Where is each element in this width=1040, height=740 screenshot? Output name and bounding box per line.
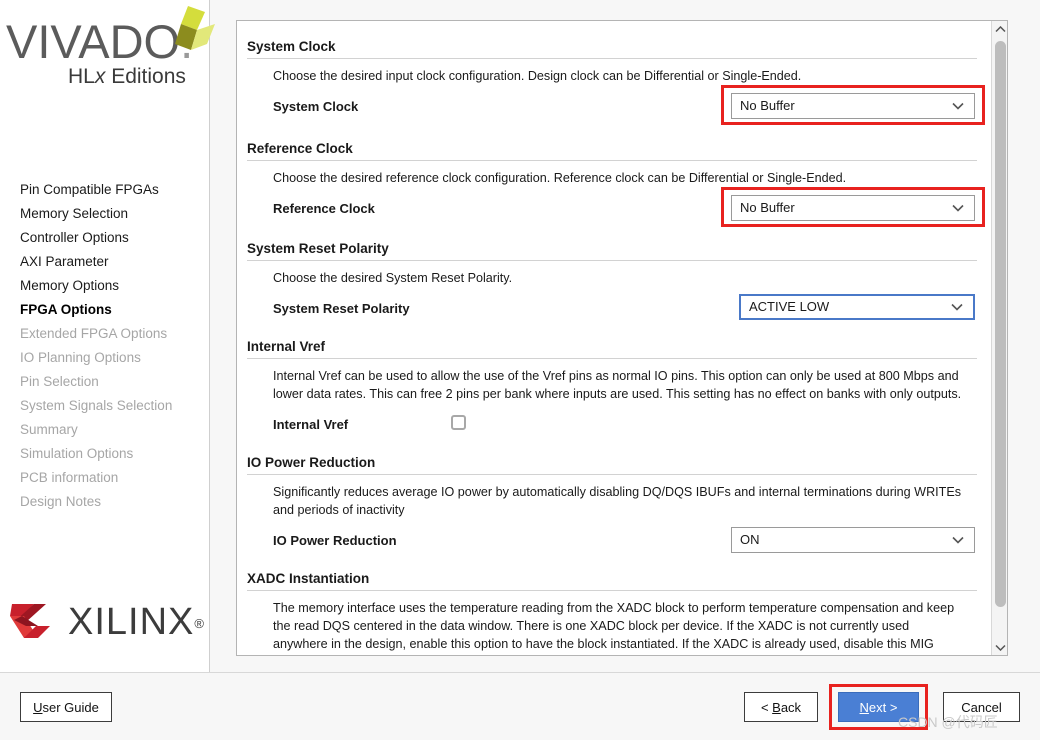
mnemonic-letter: N: [859, 699, 869, 715]
field-label-system-clock: System Clock: [273, 99, 359, 114]
dropdown-value-io-power-reduction: ON: [740, 532, 760, 547]
sidebar-item-memory-selection[interactable]: Memory Selection: [0, 202, 210, 226]
chevron-down-icon: [952, 196, 964, 220]
section-description-xadc-instantiation: The memory interface uses the temperatur…: [273, 601, 955, 651]
mig-fpga-options-wizard: VIVADO. HLx Editions Pin Compatible FPGA…: [0, 0, 1040, 740]
field-io-power-reduction: IO Power Reduction ON: [237, 525, 991, 559]
vivado-edition-italic: x: [94, 65, 106, 88]
scroll-up-arrow-icon[interactable]: [992, 21, 1008, 37]
sidebar-item-pin-selection: Pin Selection: [20, 374, 99, 389]
section-system-reset-polarity: System Reset Polarity Choose the desired…: [237, 227, 991, 327]
sidebar-item-memory-options[interactable]: Memory Options: [0, 274, 210, 298]
back-button-label: < Back: [761, 700, 801, 715]
dropdown-system-reset-polarity[interactable]: ACTIVE LOW: [739, 294, 975, 320]
field-reference-clock: Reference Clock No Buffer: [237, 187, 991, 227]
xilinx-wordmark-text: XILINX: [68, 601, 195, 643]
next-button-label: Next >: [860, 700, 898, 715]
sidebar-nav: Pin Compatible FPGAs Memory Selection Co…: [0, 178, 210, 514]
sidebar-item-axi-parameter[interactable]: AXI Parameter: [0, 250, 210, 274]
vivado-edition-label: HLx Editions: [68, 65, 186, 89]
label-rest: ext >: [868, 699, 898, 715]
section-description-reference-clock: Choose the desired reference clock confi…: [273, 171, 847, 185]
field-system-clock: System Clock No Buffer: [237, 85, 991, 125]
sidebar: VIVADO. HLx Editions Pin Compatible FPGA…: [0, 0, 215, 672]
vertical-scrollbar[interactable]: [991, 21, 1007, 655]
section-heading-system-reset-polarity: System Reset Polarity: [247, 241, 389, 256]
vivado-edition-prefix: HL: [68, 65, 95, 88]
section-xadc-instantiation: XADC Instantiation The memory interface …: [237, 559, 991, 655]
sidebar-item-io-planning-options: IO Planning Options: [20, 350, 141, 365]
checkbox-internal-vref[interactable]: [451, 415, 466, 430]
section-heading-internal-vref: Internal Vref: [247, 339, 326, 354]
sidebar-item-system-signals-selection: System Signals Selection: [20, 398, 173, 413]
field-label-system-reset-polarity: System Reset Polarity: [273, 301, 410, 316]
xilinx-wordmark: XILINX®: [68, 601, 205, 644]
options-panel: System Clock Choose the desired input cl…: [236, 20, 1008, 656]
dropdown-value-system-reset-polarity: ACTIVE LOW: [749, 299, 830, 314]
vivado-triple-diamond-icon: [175, 6, 215, 50]
label-rest: ser Guide: [42, 699, 99, 715]
mnemonic-letter: B: [772, 699, 781, 715]
dropdown-reference-clock[interactable]: No Buffer: [731, 195, 975, 221]
scrollbar-thumb[interactable]: [995, 41, 1006, 607]
field-label-io-power-reduction: IO Power Reduction: [273, 533, 397, 548]
field-system-reset-polarity: System Reset Polarity ACTIVE LOW: [237, 293, 991, 327]
vivado-logo: VIVADO. HLx Editions: [0, 4, 215, 114]
footer-button-bar: User Guide < Back Next > Cancel: [0, 672, 1040, 740]
field-internal-vref: Internal Vref: [237, 409, 991, 443]
section-heading-io-power-reduction: IO Power Reduction: [247, 455, 376, 470]
chevron-down-icon: [952, 528, 964, 552]
section-reference-clock: Reference Clock Choose the desired refer…: [237, 125, 991, 227]
dropdown-io-power-reduction[interactable]: ON: [731, 527, 975, 553]
sidebar-item-simulation-options: Simulation Options: [20, 446, 134, 461]
xilinx-mark-icon: [10, 604, 50, 638]
section-description-io-power-reduction: Significantly reduces average IO power b…: [273, 485, 962, 517]
field-label-reference-clock: Reference Clock: [273, 201, 375, 216]
xilinx-logo: XILINX®: [8, 596, 208, 652]
dropdown-value-reference-clock: No Buffer: [740, 200, 795, 215]
sidebar-item-pin-compatible-fpgas[interactable]: Pin Compatible FPGAs: [0, 178, 210, 202]
xilinx-registered-mark: ®: [194, 616, 205, 631]
sidebar-item-pcb-information: PCB information: [20, 470, 119, 485]
vivado-wordmark-text: VIVADO: [6, 15, 181, 68]
user-guide-button[interactable]: User Guide: [20, 692, 112, 722]
section-description-internal-vref: Internal Vref can be used to allow the u…: [273, 369, 962, 401]
section-description-system-clock: Choose the desired input clock configura…: [273, 69, 802, 83]
scroll-down-arrow-icon[interactable]: [992, 639, 1008, 655]
field-label-internal-vref: Internal Vref: [273, 417, 349, 432]
mnemonic-letter: U: [33, 699, 43, 715]
section-io-power-reduction: IO Power Reduction Significantly reduces…: [237, 443, 991, 559]
back-button[interactable]: < Back: [744, 692, 818, 722]
section-heading-system-clock: System Clock: [247, 39, 336, 54]
dropdown-system-clock[interactable]: No Buffer: [731, 93, 975, 119]
watermark: CSDN @代码匠: [898, 714, 998, 730]
user-guide-button-label: User Guide: [33, 700, 99, 715]
vivado-edition-suffix: Editions: [105, 65, 186, 88]
chevron-down-icon: [951, 296, 963, 318]
sidebar-item-fpga-options[interactable]: FPGA Options: [0, 298, 210, 322]
sidebar-item-design-notes: Design Notes: [20, 494, 102, 509]
sidebar-item-extended-fpga-options: Extended FPGA Options: [20, 326, 168, 341]
section-heading-xadc-instantiation: XADC Instantiation: [247, 571, 370, 586]
chevron-down-icon: [952, 94, 964, 118]
section-description-system-reset-polarity: Choose the desired System Reset Polarity…: [273, 271, 513, 285]
section-system-clock: System Clock Choose the desired input cl…: [237, 21, 991, 125]
options-scroll-area[interactable]: System Clock Choose the desired input cl…: [237, 21, 991, 655]
sidebar-item-controller-options[interactable]: Controller Options: [0, 226, 210, 250]
label-pre: <: [760, 699, 773, 715]
section-internal-vref: Internal Vref Internal Vref can be used …: [237, 327, 991, 443]
dropdown-value-system-clock: No Buffer: [740, 98, 795, 113]
sidebar-item-summary: Summary: [20, 422, 78, 437]
section-heading-reference-clock: Reference Clock: [247, 141, 353, 156]
label-rest: ack: [780, 699, 802, 715]
